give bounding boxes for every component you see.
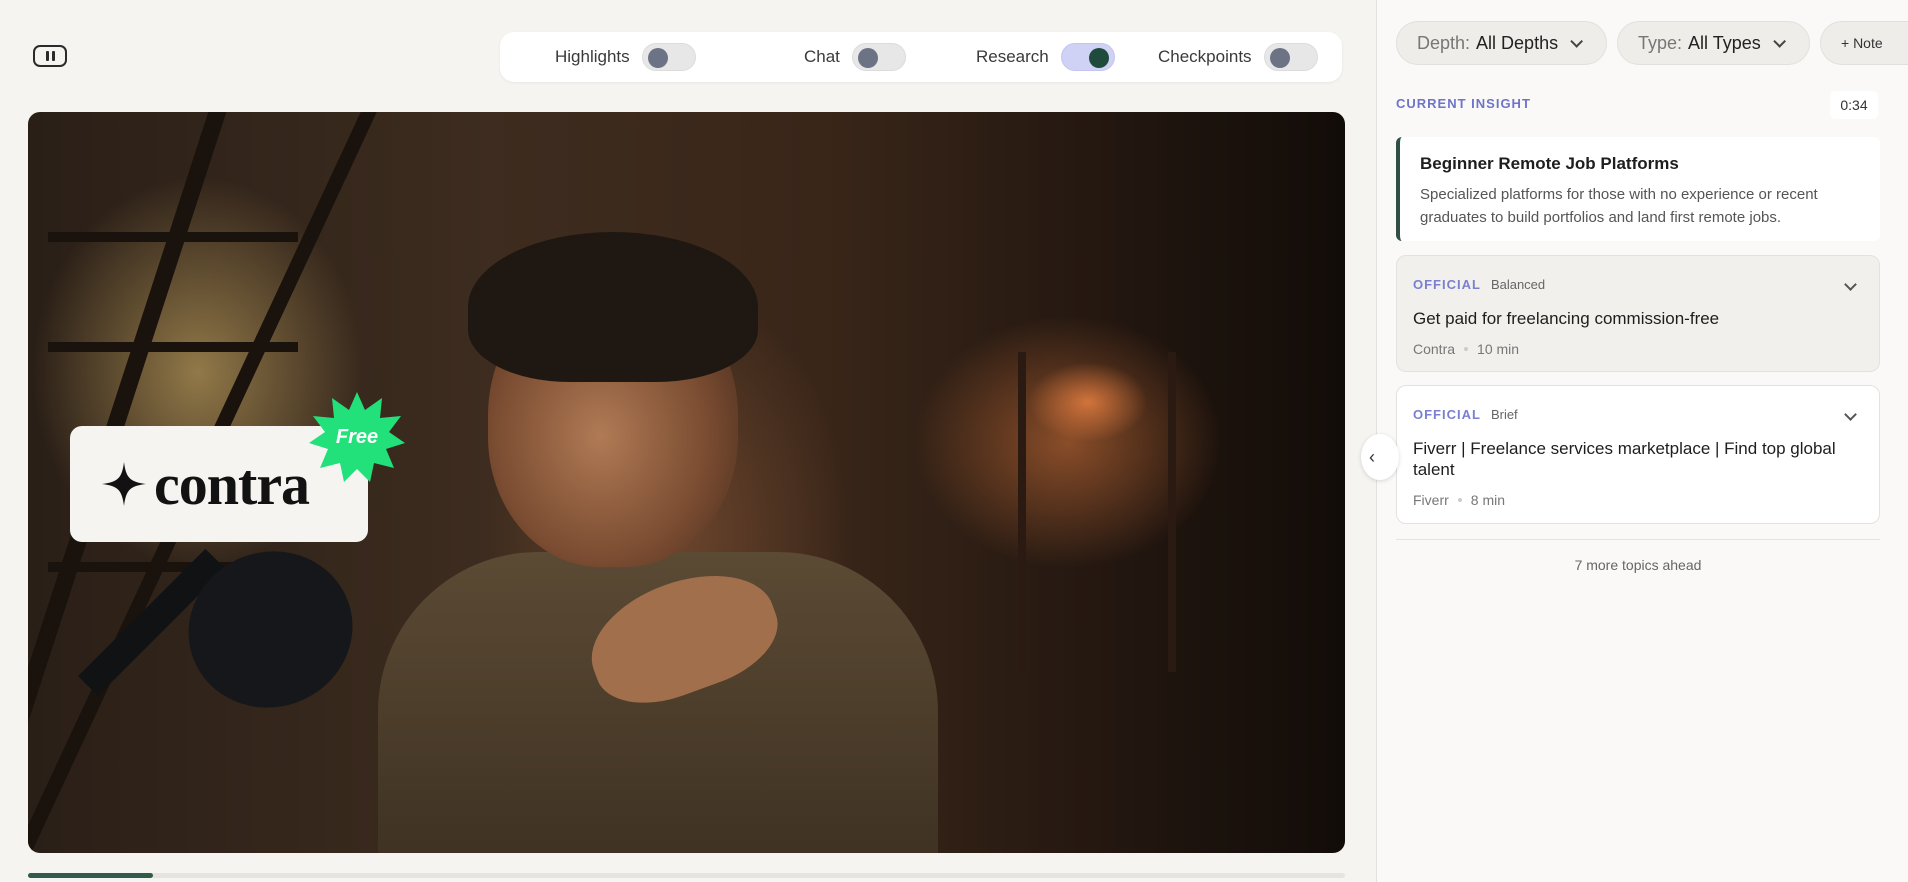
chevron-down-icon: [1772, 34, 1786, 48]
resource-card[interactable]: OFFICIAL Brief Fiverr | Freelance servic…: [1396, 385, 1880, 524]
contra-logo-text: contra: [154, 451, 310, 517]
video-progress-fill: [28, 873, 154, 878]
free-badge: Free: [308, 390, 406, 484]
insight-title: Beginner Remote Job Platforms: [1420, 154, 1679, 173]
toggle-label: Highlights: [555, 47, 630, 66]
type-filter-dropdown[interactable]: Type: All Types: [1617, 21, 1810, 65]
resource-duration: 8 min: [1470, 492, 1506, 508]
chat-switch[interactable]: [851, 43, 906, 71]
resource-source: Fiverr: [1413, 492, 1449, 508]
depth-label: Balanced: [1490, 276, 1546, 292]
video-player[interactable]: contra Free: [28, 112, 1345, 853]
timestamp-badge: 0:34: [1830, 91, 1878, 119]
add-note-button[interactable]: + Note: [1820, 21, 1908, 65]
depth-filter-key: Depth:: [1417, 32, 1471, 53]
resource-card[interactable]: OFFICIAL Balanced Get paid for freelanci…: [1396, 255, 1880, 372]
separator-dot: [1457, 498, 1462, 502]
chevron-down-icon: [1570, 34, 1584, 48]
resource-duration: 10 min: [1477, 341, 1520, 357]
checkpoints-switch[interactable]: [1263, 43, 1318, 71]
toggle-label: Research: [976, 47, 1049, 66]
insight-description: Specialized platforms for those with no …: [1420, 186, 1818, 226]
free-badge-label: Free: [335, 425, 379, 448]
depth-filter-dropdown[interactable]: Depth: All Depths: [1396, 21, 1607, 65]
source-type-badge: OFFICIAL: [1413, 276, 1481, 292]
chevron-left-icon: ‹: [1369, 446, 1375, 467]
toggle-checkpoints: Checkpoints: [1158, 32, 1318, 82]
research-switch[interactable]: [1060, 43, 1115, 71]
toggle-chat: Chat: [804, 32, 906, 82]
player-area: Highlights Chat Research Checkpoints con…: [0, 0, 1376, 882]
type-filter-key: Type:: [1638, 32, 1683, 53]
video-progress-bar[interactable]: [28, 873, 1345, 878]
contra-star-icon: [100, 460, 148, 508]
separator-dot: [1464, 347, 1469, 351]
more-topics-link[interactable]: 7 more topics ahead: [1396, 557, 1880, 573]
toggle-label: Chat: [804, 47, 840, 66]
feature-toggle-bar: Highlights Chat Research Checkpoints: [500, 32, 1342, 82]
current-insight-card: Beginner Remote Job Platforms Specialize…: [1396, 137, 1880, 241]
resource-title: Fiverr | Freelance services marketplace …: [1413, 439, 1836, 479]
resource-source: Contra: [1413, 341, 1456, 357]
current-insight-label: CURRENT INSIGHT: [1396, 96, 1531, 111]
depth-label: Brief: [1490, 406, 1518, 422]
toggle-highlights: Highlights: [555, 32, 696, 82]
depth-filter-value: All Depths: [1476, 32, 1559, 53]
type-filter-value: All Types: [1688, 32, 1761, 53]
highlights-switch[interactable]: [641, 43, 696, 71]
toggle-research: Research: [976, 32, 1115, 82]
pause-icon[interactable]: [33, 45, 67, 67]
resource-title: Get paid for freelancing commission-free: [1413, 309, 1720, 328]
toggle-label: Checkpoints: [1158, 47, 1252, 66]
divider: [1396, 539, 1880, 540]
source-type-badge: OFFICIAL: [1413, 406, 1481, 422]
collapse-panel-button[interactable]: ‹: [1361, 434, 1399, 480]
